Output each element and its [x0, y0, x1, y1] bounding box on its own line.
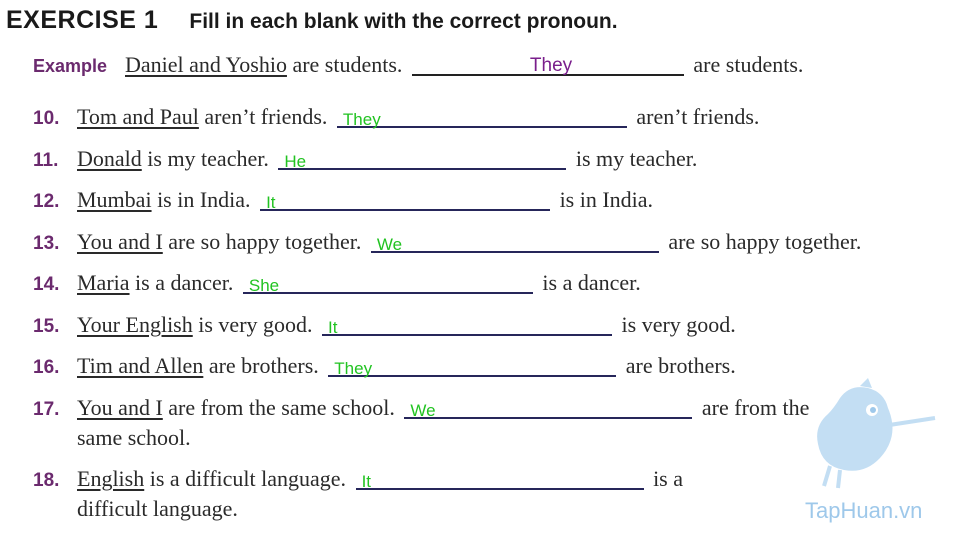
item-number: 10. [33, 108, 60, 129]
answer-blank[interactable]: He [278, 146, 567, 171]
exercise-item: 18. English is a difficult language. It i… [33, 466, 683, 492]
item-continuation: same school. [77, 425, 191, 450]
item-subject: Maria [77, 270, 130, 295]
item-subject: Mumbai [77, 187, 152, 212]
item-after: is very good. [621, 312, 736, 337]
item-continuation: difficult language. [77, 496, 238, 521]
item-subject: You and I [77, 395, 163, 420]
example-subject: Daniel and Yoshio [125, 52, 287, 77]
exercise-item: 16. Tim and Allen are brothers. They are … [33, 353, 736, 379]
item-answer: It [328, 318, 338, 337]
item-after: is my teacher. [575, 146, 698, 171]
item-subject: You and I [77, 229, 163, 254]
item-answer: They [334, 359, 373, 378]
item-sentence: is in India. [157, 187, 251, 212]
item-after: are from the [701, 395, 810, 420]
item-subject: Donald [77, 146, 142, 171]
exercise-label: EXERCISE 1 [6, 6, 159, 34]
answer-blank[interactable]: We [370, 229, 659, 254]
item-after: is in India. [559, 187, 654, 212]
item-number: 14. [33, 274, 60, 295]
item-sentence: aren’t friends. [204, 104, 328, 129]
item-after: is a [653, 466, 684, 491]
answer-blank[interactable]: We [404, 395, 693, 420]
item-sentence: is my teacher. [147, 146, 269, 171]
answer-blank[interactable]: They [328, 353, 617, 378]
example-line: Example Daniel and Yoshio are students. T… [33, 52, 803, 78]
item-answer: He [284, 152, 307, 171]
item-answer: They [342, 110, 381, 129]
item-subject: English [77, 466, 145, 491]
exercise-item: 12. Mumbai is in India. It is in India. [33, 187, 653, 213]
item-after: aren’t friends. [636, 104, 760, 129]
answer-blank[interactable]: It [355, 466, 644, 491]
item-answer: We [410, 401, 436, 420]
item-subject: Tim and Allen [77, 353, 204, 378]
item-sentence: are brothers. [208, 353, 319, 378]
item-sentence: are from the same school. [168, 395, 395, 420]
item-answer: She [248, 276, 280, 295]
item-sentence: is a dancer. [135, 270, 234, 295]
item-number: 18. [33, 470, 60, 491]
exercise-item: 15. Your English is very good. It is very… [33, 312, 736, 338]
item-number: 13. [33, 233, 60, 254]
item-number: 16. [33, 357, 60, 378]
example-label: Example [33, 56, 108, 76]
answer-blank[interactable]: It [260, 187, 551, 212]
exercise-item: 14. Maria is a dancer. She is a dancer. [33, 270, 641, 296]
answer-blank[interactable]: She [242, 270, 533, 295]
item-answer: It [361, 472, 372, 491]
item-subject: Tom and Paul [77, 104, 199, 129]
exercise-item: 11. Donald is my teacher. He is my teache… [33, 146, 697, 172]
item-answer: It [266, 193, 276, 212]
example-blank: They [411, 52, 684, 76]
item-number: 15. [33, 316, 60, 337]
exercise-item: 13. You and I are so happy together. We a… [33, 229, 861, 255]
watermark: TapHuan.vn [805, 498, 923, 523]
item-sentence: is a difficult language. [149, 466, 347, 491]
item-after: are brothers. [625, 353, 736, 378]
answer-blank[interactable]: It [322, 312, 613, 337]
exercise-item: 17. You and I are from the same school. W… [33, 395, 809, 421]
example-after: are students. [693, 52, 804, 77]
item-after: is a dancer. [542, 270, 641, 295]
example-answer: They [529, 55, 573, 76]
exercise-header: EXERCISE 1 Fill in each blank with the c… [6, 6, 618, 35]
item-sentence: is very good. [198, 312, 313, 337]
item-sentence: are so happy together. [168, 229, 362, 254]
answer-blank[interactable]: They [336, 104, 627, 129]
item-number: 12. [33, 191, 60, 212]
example-sentence: are students. [292, 52, 403, 77]
item-after: are so happy together. [668, 229, 862, 254]
exercise-instruction: Fill in each blank with the correct pron… [189, 10, 618, 33]
item-answer: We [376, 235, 403, 254]
item-number: 17. [33, 399, 60, 420]
bird-logo-icon [817, 378, 936, 489]
item-number: 11. [33, 150, 59, 171]
exercise-item: 10. Tom and Paul aren’t friends. They are… [33, 104, 759, 130]
item-subject: Your English [77, 312, 193, 337]
